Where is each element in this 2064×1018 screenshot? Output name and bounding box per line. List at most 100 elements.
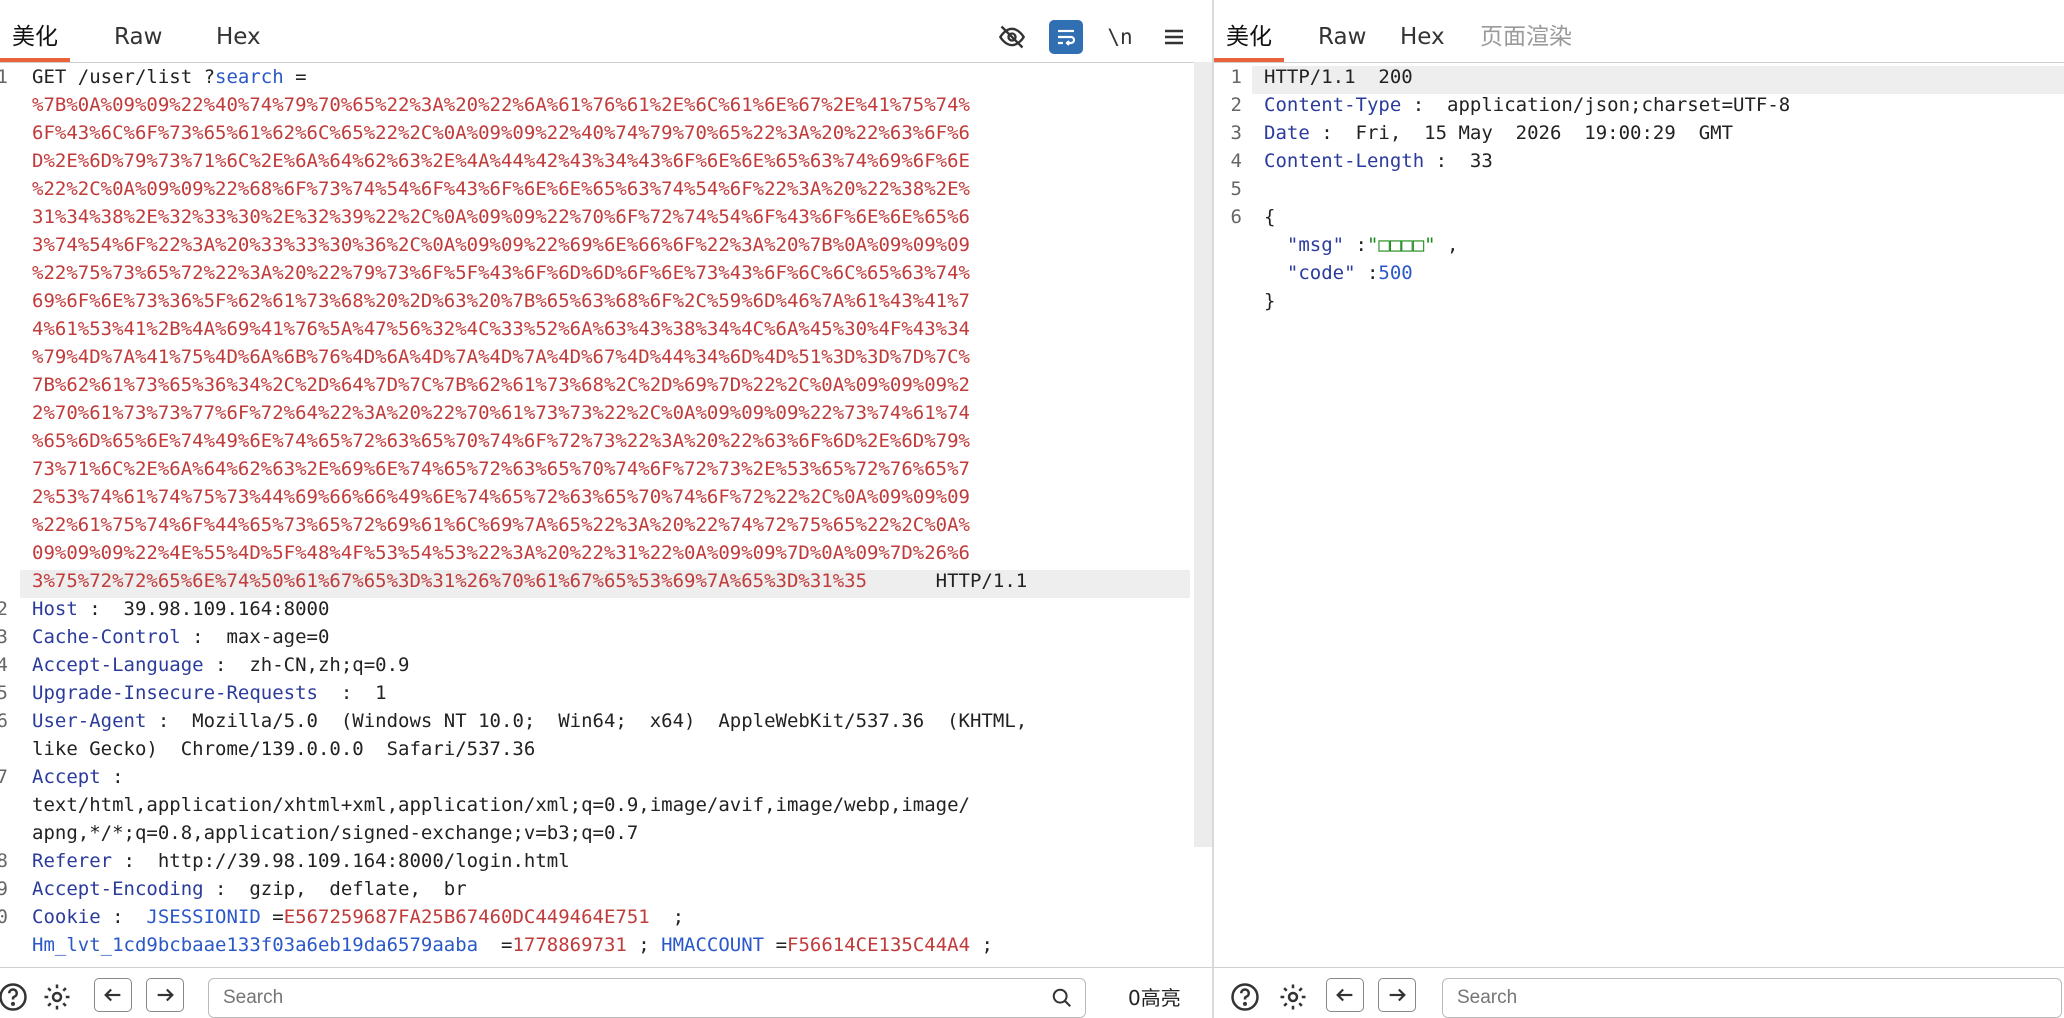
- code-token: HMACCOUNT: [661, 934, 765, 956]
- code-token: ,: [1435, 234, 1459, 256]
- code-line: User-Agent : Mozilla/5.0 (Windows NT 10.…: [32, 710, 1027, 732]
- code-line: 4%61%53%41%2B%4A%69%41%76%5A%47%56%32%4C…: [32, 318, 970, 340]
- code-line: 73%71%6C%2E%6A%64%62%63%2E%69%6E%74%65%7…: [32, 458, 970, 480]
- code-token: %7B%0A%09%09%22%40%74%79%70%65%22%3A%20%…: [32, 94, 970, 116]
- gear-icon[interactable]: [1274, 978, 1312, 1016]
- code-token: ;: [970, 934, 993, 956]
- code-line: 69%6F%6E%73%36%5F%62%61%73%68%20%2D%63%2…: [32, 290, 970, 312]
- code-token: :: [100, 766, 124, 788]
- arrow-right-icon[interactable]: [1378, 978, 1416, 1012]
- code-line: %7B%0A%09%09%22%40%74%79%70%65%22%3A%20%…: [32, 94, 970, 116]
- code-line: 09%09%09%22%4E%55%4D%5F%48%4F%53%54%53%2…: [32, 542, 970, 564]
- code-token: =: [478, 934, 513, 956]
- code-token: "msg": [1264, 234, 1345, 256]
- arrow-left-icon[interactable]: [94, 978, 132, 1012]
- code-token: : http://39.98.109.164:8000/login.html: [112, 850, 570, 872]
- line-number: 1: [1230, 66, 1242, 88]
- request-scrollbar[interactable]: [1194, 62, 1212, 847]
- code-token: {: [1264, 206, 1276, 228]
- code-line: Content-Type : application/json;charset=…: [1264, 94, 1790, 116]
- tab-hex[interactable]: Hex: [204, 22, 273, 62]
- request-tabs: 美化 Raw Hex \n: [0, 0, 1212, 63]
- code-token: : max-age=0: [180, 626, 330, 648]
- code-token: =: [764, 934, 788, 956]
- tab-raw[interactable]: Raw: [1306, 22, 1378, 62]
- help-icon[interactable]: [0, 978, 32, 1016]
- request-search-box[interactable]: [208, 978, 1086, 1018]
- response-tabs: 美化 Raw Hex 页面渲染: [1214, 0, 2064, 63]
- code-token: : Fri, 15 May 2026 19:00:29 GMT: [1309, 122, 1734, 144]
- tab-pretty[interactable]: 美化: [0, 22, 70, 62]
- line-number: 4: [0, 654, 8, 676]
- tab-raw[interactable]: Raw: [102, 22, 174, 62]
- code-line: "code" :500: [1264, 262, 1413, 284]
- request-search-input[interactable]: [209, 979, 1026, 1017]
- request-footer: 0高亮: [0, 967, 1212, 1018]
- code-token: F56614CE135C44A4: [787, 934, 971, 956]
- tab-pretty[interactable]: 美化: [1214, 22, 1284, 62]
- code-token: 6F%43%6C%6F%73%65%61%62%6C%65%22%2C%0A%0…: [32, 122, 970, 144]
- code-token: 7B%62%61%73%65%36%34%2C%2D%64%7D%7C%7B%6…: [32, 374, 970, 396]
- code-token: "code": [1264, 262, 1356, 284]
- code-token: Hm_lvt_1cd9bcbaae133f03a6eb19da6579aaba: [32, 934, 479, 956]
- gear-icon[interactable]: [38, 978, 76, 1016]
- code-token: Accept-Encoding: [32, 878, 204, 900]
- code-line: 31%34%38%2E%32%33%30%2E%32%39%22%2C%0A%0…: [32, 206, 970, 228]
- code-line: 7B%62%61%73%65%36%34%2C%2D%64%7D%7C%7B%6…: [32, 374, 970, 396]
- code-token: Content-Length: [1264, 150, 1425, 172]
- code-token: 73%71%6C%2E%6A%64%62%63%2E%69%6E%74%65%7…: [32, 458, 970, 480]
- eye-off-icon[interactable]: [995, 20, 1029, 54]
- line-number: 9: [0, 878, 8, 900]
- code-line: D%2E%6D%79%73%71%6C%2E%6A%64%62%63%2E%4A…: [32, 150, 970, 172]
- code-token: 2%53%74%61%74%75%73%44%69%66%66%49%6E%74…: [32, 486, 970, 508]
- code-line: apng,*/*;q=0.8,application/signed-exchan…: [32, 822, 638, 844]
- code-line: HTTP/1.1 200: [1264, 66, 1413, 88]
- tab-hex[interactable]: Hex: [1388, 22, 1457, 62]
- code-token: :: [1355, 262, 1379, 284]
- request-editor[interactable]: 1 GET /user/list ?search = %7B%0A%09%09%22…: [0, 62, 1212, 968]
- code-token: =: [260, 906, 284, 928]
- line-number: 8: [0, 850, 8, 872]
- line-number: 1: [0, 66, 8, 88]
- code-token: : zh-CN,zh;q=0.9: [203, 654, 410, 676]
- code-line: Hm_lvt_1cd9bcbaae133f03a6eb19da6579aaba …: [32, 934, 993, 956]
- code-line: GET /user/list ?search =: [32, 66, 307, 88]
- code-line: %79%4D%7A%41%75%4D%6A%6B%76%4D%6A%4D%7A%…: [32, 346, 970, 368]
- word-wrap-icon[interactable]: [1049, 20, 1083, 54]
- code-line: like Gecko) Chrome/139.0.0.0 Safari/537.…: [32, 738, 535, 760]
- line-number: 0: [0, 906, 8, 928]
- code-token: Upgrade-Insecure-Requests: [32, 682, 318, 704]
- code-token: 31%34%38%2E%32%33%30%2E%32%39%22%2C%0A%0…: [32, 206, 970, 228]
- help-icon[interactable]: [1226, 978, 1264, 1016]
- response-search-input[interactable]: [1443, 979, 2028, 1017]
- line-number: 2: [1230, 94, 1242, 116]
- arrow-right-icon[interactable]: [146, 978, 184, 1012]
- code-token: Date: [1264, 122, 1310, 144]
- arrow-left-icon[interactable]: [1326, 978, 1364, 1012]
- code-token: GET /user/list ?: [32, 66, 216, 88]
- line-number: 3: [0, 626, 8, 648]
- code-token: :: [1344, 234, 1367, 256]
- line-number: 2: [0, 598, 8, 620]
- response-search-box[interactable]: [1442, 978, 2062, 1018]
- code-token: text/html,application/xhtml+xml,applicat…: [32, 794, 970, 816]
- code-line: Accept-Language : zh-CN,zh;q=0.9: [32, 654, 410, 676]
- response-footer: [1214, 967, 2064, 1018]
- code-line: Content-Length : 33: [1264, 150, 1493, 172]
- code-token: 2%70%61%73%73%77%6F%72%64%22%3A%20%22%70…: [32, 402, 970, 424]
- code-token: %79%4D%7A%41%75%4D%6A%6B%76%4D%6A%4D%7A%…: [32, 346, 970, 368]
- code-token: like Gecko) Chrome/139.0.0.0 Safari/537.…: [32, 738, 536, 760]
- newline-icon[interactable]: \n: [1103, 20, 1137, 54]
- code-token: : 33: [1424, 150, 1493, 172]
- code-token: 69%6F%6E%73%36%5F%62%61%73%68%20%2D%63%2…: [32, 290, 970, 312]
- tab-render[interactable]: 页面渲染: [1468, 22, 1584, 62]
- code-line: Cookie : JSESSIONID =E567259687FA25B6746…: [32, 906, 684, 928]
- line-number: 4: [1230, 150, 1242, 172]
- menu-icon[interactable]: [1157, 20, 1191, 54]
- code-token: =: [283, 66, 307, 88]
- code-token: %65%6D%65%6E%74%49%6E%74%65%72%63%65%70%…: [32, 430, 970, 452]
- search-icon[interactable]: [1051, 987, 1073, 1013]
- response-editor[interactable]: 1 HTTP/1.1 200 2 Content-Type : application…: [1214, 62, 2064, 968]
- code-line: %65%6D%65%6E%74%49%6E%74%65%72%63%65%70%…: [32, 430, 970, 452]
- code-token: Content-Type: [1264, 94, 1402, 116]
